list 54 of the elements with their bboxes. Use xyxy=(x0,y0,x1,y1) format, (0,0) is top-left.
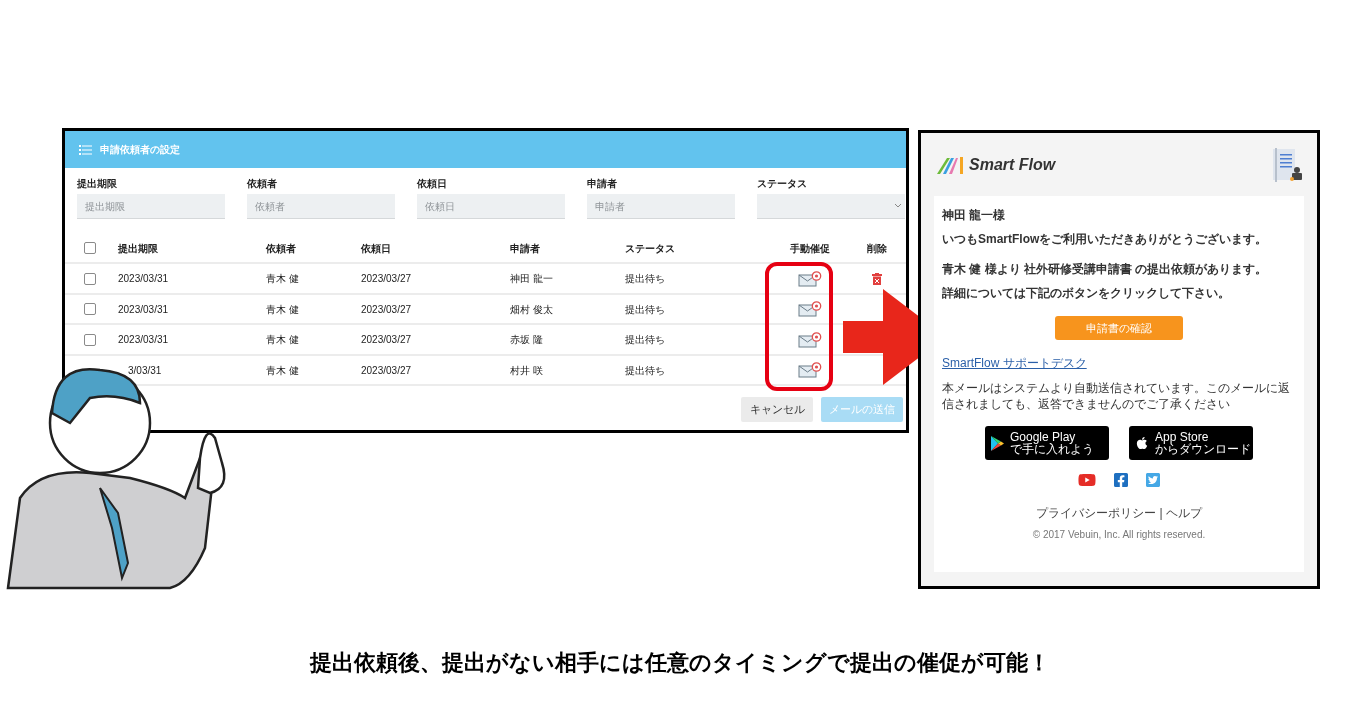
table-cell-text: 2023/03/27 xyxy=(361,272,413,286)
cancel-button[interactable]: キャンセル xyxy=(741,397,813,423)
store-subtitle: で手に入れよう xyxy=(1010,443,1094,456)
table-cell-text: 神田 龍一 xyxy=(510,272,554,286)
message-line: いつもSmartFlowをご利用いただきありがとうございます。 xyxy=(942,231,1269,248)
column-header: 依頼日 xyxy=(361,241,392,256)
column-header: 削除 xyxy=(867,241,887,256)
store-badge[interactable]: Google Play で手に入れよう xyxy=(985,426,1109,460)
table-cell-text: 提出待ち xyxy=(625,363,666,378)
table-cell-text: 2023/03/27 xyxy=(361,363,413,378)
filter-label: 申請者 xyxy=(587,177,618,191)
store-subtitle: からダウンロード xyxy=(1155,443,1251,456)
filter-label: 依頼者 xyxy=(247,177,278,191)
table-cell-text: 畑村 俊太 xyxy=(510,302,554,317)
filter-field[interactable]: 提出期限 xyxy=(77,194,225,220)
table-cell-text: 提出待ち xyxy=(625,302,666,317)
filter-field[interactable]: 依頼日 xyxy=(417,194,565,220)
table-cell-text: 提出待ち xyxy=(625,333,666,347)
table-cell-text: 青木 健 xyxy=(266,363,300,378)
table-cell-text: 2023/03/31 xyxy=(118,272,170,286)
table-cell-text: 青木 健 xyxy=(266,333,300,347)
table-cell-text: 青木 健 xyxy=(266,302,300,317)
greeting: 神田 龍一様 xyxy=(942,207,1007,224)
message-line: 青木 健 様より 社外研修受講申請書 の提出依頼があります。 xyxy=(942,261,1269,278)
store-badge[interactable]: App Store からダウンロード xyxy=(1129,426,1253,460)
table-cell-text: 赤坂 隆 xyxy=(510,333,544,347)
logo-text: Smart Flow xyxy=(969,154,1056,175)
column-header: 手動催促 xyxy=(790,241,830,256)
column-header: ステータス xyxy=(625,241,676,256)
table-cell-text: 2023/03/27 xyxy=(361,302,413,317)
store-title: App Store xyxy=(1155,430,1210,443)
table-cell-text: 2023/03/31 xyxy=(118,302,170,317)
table-cell-text: 2023/03/27 xyxy=(361,333,413,347)
panel-title: 申請依頼者の設定 xyxy=(100,143,180,157)
message-line: 詳細については下記のボタンをクリックして下さい。 xyxy=(942,285,1231,302)
column-header: 提出期限 xyxy=(118,241,159,256)
caption: 提出依頼後、提出がない相手には任意のタイミングで提出の催促が可能！ xyxy=(310,649,1050,677)
table-cell-text: 提出待ち xyxy=(625,272,666,286)
table-cell-text: 村井 咲 xyxy=(510,363,544,378)
table-cell-text: 青木 健 xyxy=(266,272,300,286)
copyright: © 2017 Vebuin, Inc. All rights reserved. xyxy=(1032,528,1206,542)
filter-label: ステータス xyxy=(757,177,808,191)
table-cell-text: 2023/03/31 xyxy=(118,333,170,347)
table-cell-text: 3/03/31 xyxy=(127,363,163,378)
footer-links[interactable]: プライバシーポリシー | ヘルプ xyxy=(1036,504,1202,522)
column-header: 依頼者 xyxy=(266,241,297,256)
support-link[interactable]: SmartFlow サポートデスク xyxy=(942,354,1087,372)
filter-label: 提出期限 xyxy=(77,177,118,191)
column-header: 申請者 xyxy=(510,241,541,256)
store-title: Google Play xyxy=(1010,430,1077,443)
auto-send-notice: 本メールはシステムより自動送信されています。このメールに返信されましても、返答できませんのでご了承ください xyxy=(942,380,1291,412)
filter-field[interactable]: 依頼者 xyxy=(247,194,395,220)
filter-field[interactable]: 申請者 xyxy=(587,194,735,220)
filter-label: 依頼日 xyxy=(417,177,448,191)
